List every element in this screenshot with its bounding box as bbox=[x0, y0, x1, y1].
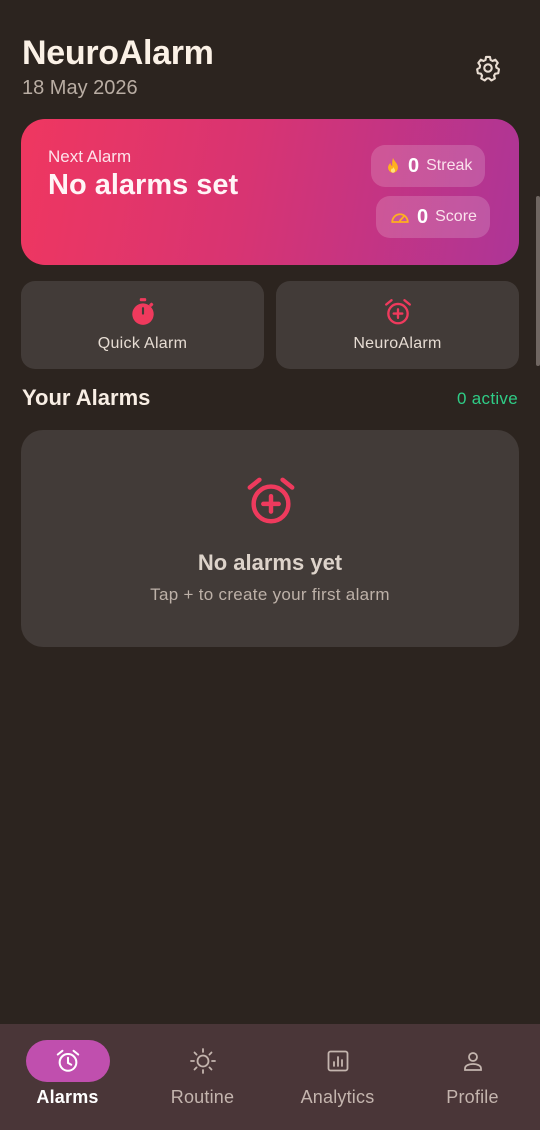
nav-label-alarms: Alarms bbox=[36, 1087, 99, 1107]
current-date: 18 May 2026 bbox=[22, 77, 138, 99]
streak-badge: 0 Streak bbox=[371, 145, 486, 187]
empty-state-title: No alarms yet bbox=[197, 550, 343, 575]
score-badge: 0 Score bbox=[376, 196, 490, 238]
active-count: 0 active bbox=[457, 389, 518, 408]
section-title: Your Alarms bbox=[22, 385, 151, 410]
settings-button[interactable] bbox=[472, 52, 504, 84]
streak-value: 0 bbox=[408, 154, 420, 177]
nav-label-analytics: Analytics bbox=[300, 1087, 375, 1107]
nav-item-profile[interactable]: Profile bbox=[405, 1024, 540, 1130]
alarm-add-icon bbox=[247, 477, 295, 524]
gear-icon bbox=[476, 55, 501, 82]
bottom-navigation: Alarms Routine Analytics Profile bbox=[0, 1024, 540, 1130]
app-title: NeuroAlarm bbox=[22, 34, 214, 72]
alarm-add-icon bbox=[384, 299, 411, 325]
nav-item-routine[interactable]: Routine bbox=[135, 1024, 270, 1130]
neuroalarm-label: NeuroAlarm bbox=[353, 335, 442, 352]
empty-alarms-card: No alarms yet Tap + to create your first… bbox=[21, 430, 519, 647]
next-alarm-value: No alarms set bbox=[48, 169, 239, 201]
quick-alarm-label: Quick Alarm bbox=[97, 335, 188, 352]
nav-item-analytics[interactable]: Analytics bbox=[270, 1024, 405, 1130]
person-icon bbox=[463, 1052, 482, 1071]
next-alarm-card[interactable]: Next Alarm No alarms set 0 Streak 0 Scor… bbox=[21, 119, 519, 265]
score-label: Score bbox=[435, 208, 477, 225]
flame-icon bbox=[388, 157, 398, 173]
nav-label-routine: Routine bbox=[170, 1087, 235, 1107]
home-screen: NeuroAlarm 18 May 2026 Next Alarm No ala… bbox=[0, 0, 540, 1130]
scrollbar[interactable] bbox=[536, 196, 540, 366]
sun-icon bbox=[189, 1048, 216, 1074]
quick-alarm-button[interactable]: Quick Alarm bbox=[21, 281, 264, 369]
nav-item-alarms[interactable]: Alarms bbox=[0, 1024, 135, 1130]
header: NeuroAlarm 18 May 2026 bbox=[22, 34, 214, 100]
nav-label-profile: Profile bbox=[446, 1087, 499, 1107]
score-value: 0 bbox=[417, 205, 429, 228]
stopwatch-icon bbox=[131, 298, 154, 325]
alarm-clock-icon bbox=[56, 1049, 79, 1072]
neuroalarm-button[interactable]: NeuroAlarm bbox=[276, 281, 519, 369]
next-alarm-label: Next Alarm bbox=[48, 147, 132, 166]
streak-label: Streak bbox=[426, 157, 473, 174]
speedometer-icon bbox=[391, 213, 409, 223]
empty-state-subtitle: Tap + to create your first alarm bbox=[150, 585, 390, 604]
bar-chart-icon bbox=[327, 1050, 348, 1072]
